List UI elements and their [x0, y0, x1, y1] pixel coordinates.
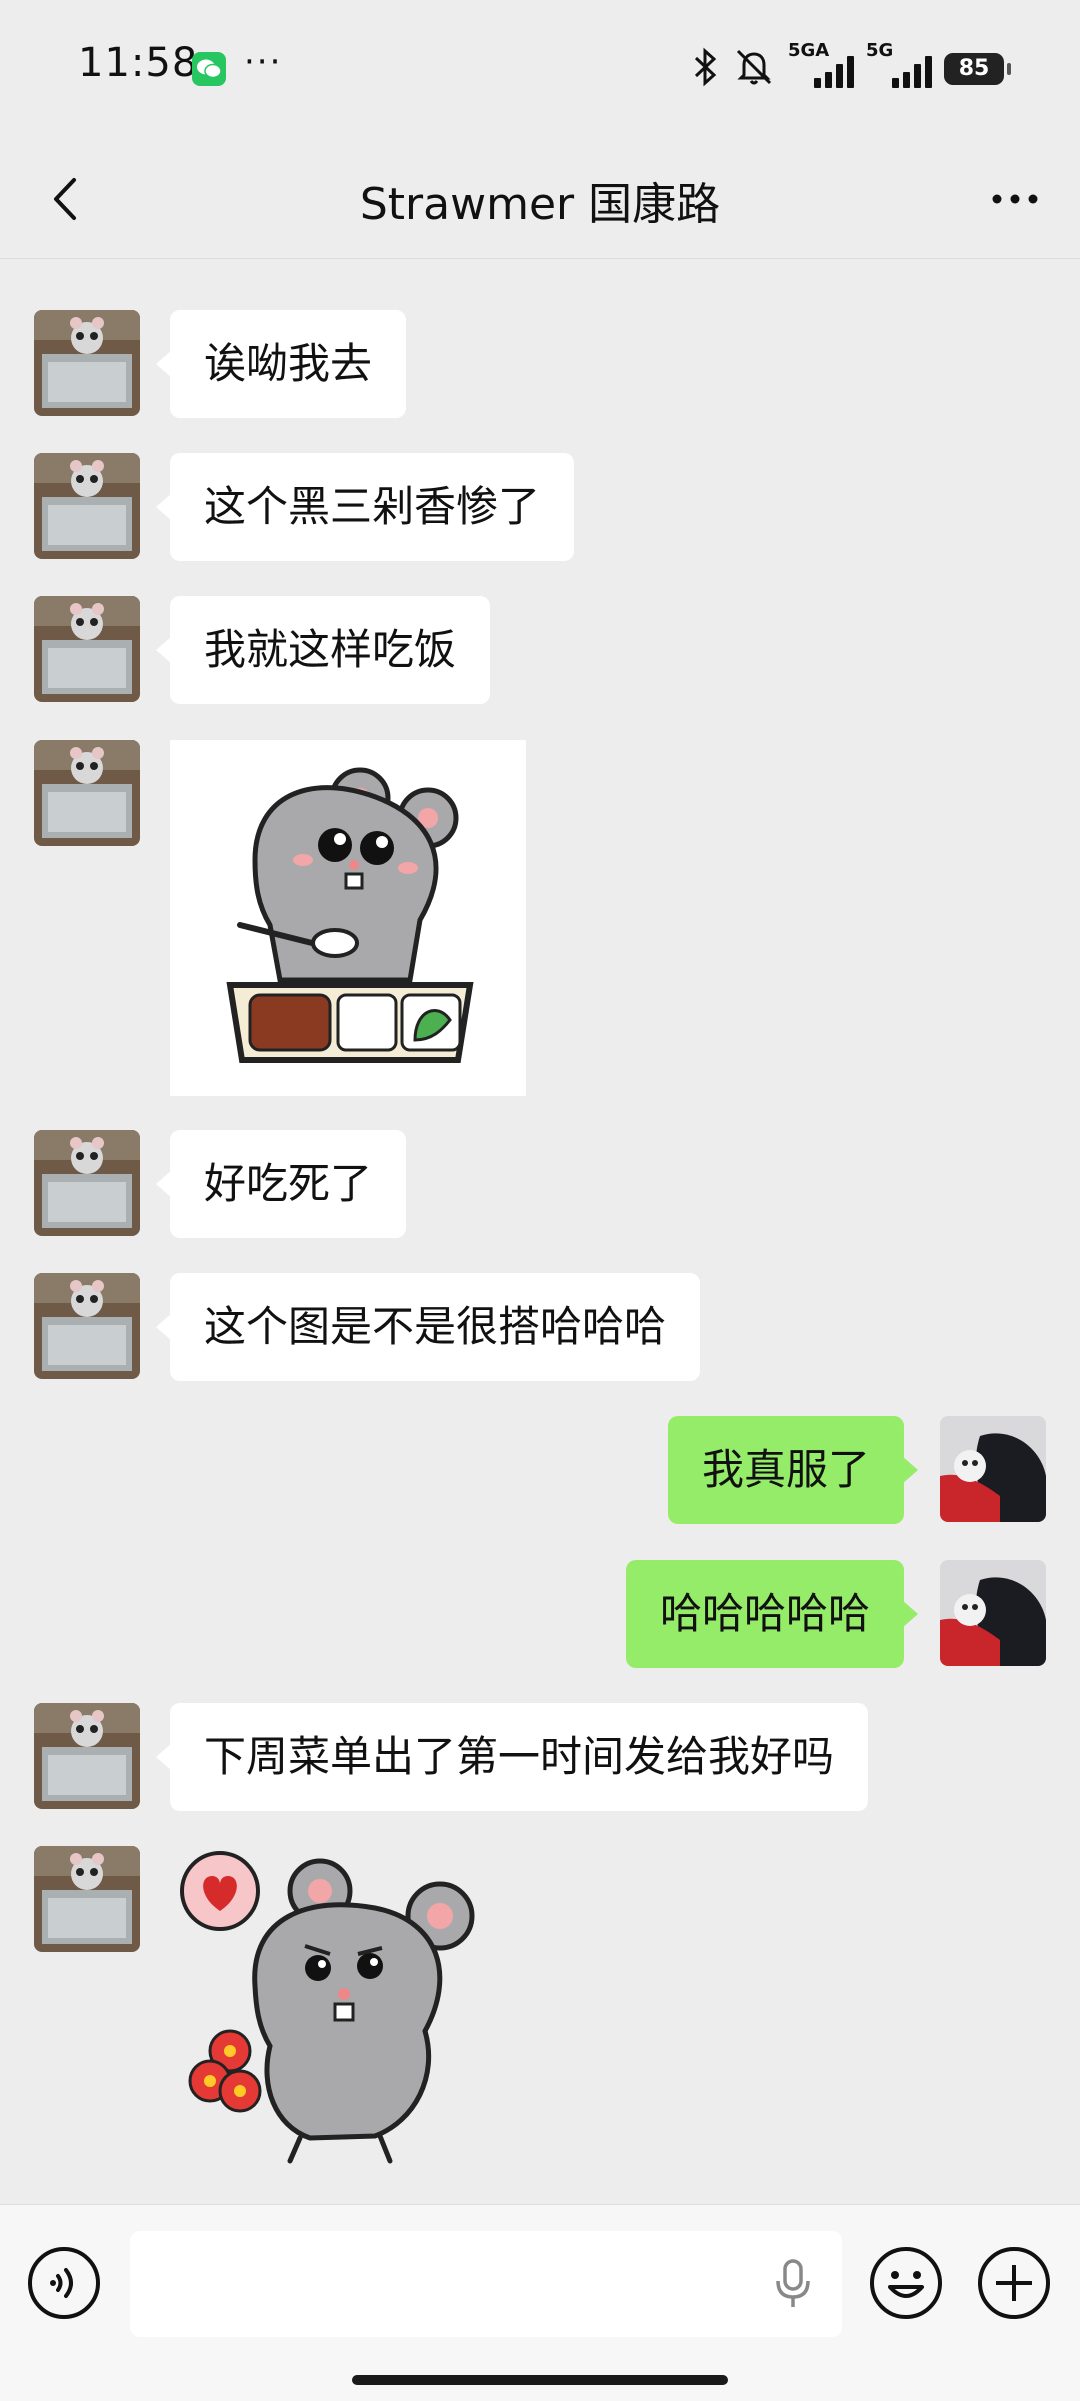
incoming-message-bubble[interactable]: 下周菜单出了第一时间发给我好吗: [155, 1703, 869, 1811]
contact-avatar[interactable]: [34, 1273, 140, 1379]
smiley-icon: [870, 2247, 942, 2319]
incoming-message-bubble[interactable]: 这个图是不是很搭哈哈哈: [155, 1273, 701, 1381]
wechat-notification-icon: [192, 52, 226, 86]
home-indicator[interactable]: [352, 2375, 728, 2385]
more-dots-icon: [992, 194, 1038, 204]
my-avatar[interactable]: [940, 1560, 1046, 1666]
outgoing-message-bubble[interactable]: 我真服了: [667, 1416, 919, 1524]
battery-icon: 85: [944, 53, 1011, 85]
contact-avatar[interactable]: [34, 310, 140, 416]
contact-avatar[interactable]: [34, 453, 140, 559]
chat-header: Strawmer 国康路: [0, 140, 1080, 259]
contact-avatar[interactable]: [34, 740, 140, 846]
contact-avatar[interactable]: [34, 1130, 140, 1236]
status-bar: 11:58 ··· 5GA 5G 85: [0, 0, 1080, 140]
voice-input-button[interactable]: [26, 2245, 102, 2321]
bluetooth-icon: [692, 47, 720, 91]
incoming-message-bubble[interactable]: 这个黑三剁香惨了: [155, 453, 575, 561]
input-bar: [0, 2204, 1080, 2401]
status-icons: 5GA 5G 85: [692, 40, 1011, 94]
emoji-button[interactable]: [868, 2245, 944, 2321]
incoming-message-bubble[interactable]: 好吃死了: [155, 1130, 407, 1238]
chat-title: Strawmer 国康路: [359, 179, 721, 230]
status-time: 11:58: [78, 40, 199, 86]
message-input[interactable]: [130, 2231, 842, 2337]
mute-bell-icon: [732, 47, 776, 91]
more-options-button[interactable]: [980, 164, 1050, 234]
plus-circle-icon: [978, 2247, 1050, 2319]
status-more-dots: ···: [244, 42, 283, 82]
microphone-icon[interactable]: [768, 2257, 818, 2311]
incoming-message-bubble[interactable]: 诶呦我去: [155, 310, 407, 418]
my-avatar[interactable]: [940, 1416, 1046, 1522]
voice-waves-icon: [28, 2247, 100, 2319]
outgoing-message-bubble[interactable]: 哈哈哈哈哈: [625, 1560, 919, 1668]
incoming-message-bubble[interactable]: 我就这样吃饭: [155, 596, 491, 704]
contact-avatar[interactable]: [34, 1703, 140, 1809]
signal-5g-icon: 5G: [866, 40, 932, 92]
mouse-flowers-heart-sticker[interactable]: [170, 1846, 500, 2176]
contact-avatar[interactable]: [34, 1846, 140, 1952]
signal-5ga-icon: 5GA: [788, 40, 854, 92]
more-functions-button[interactable]: [976, 2245, 1052, 2321]
mouse-eating-bento-sticker[interactable]: [170, 740, 526, 1096]
contact-avatar[interactable]: [34, 596, 140, 702]
